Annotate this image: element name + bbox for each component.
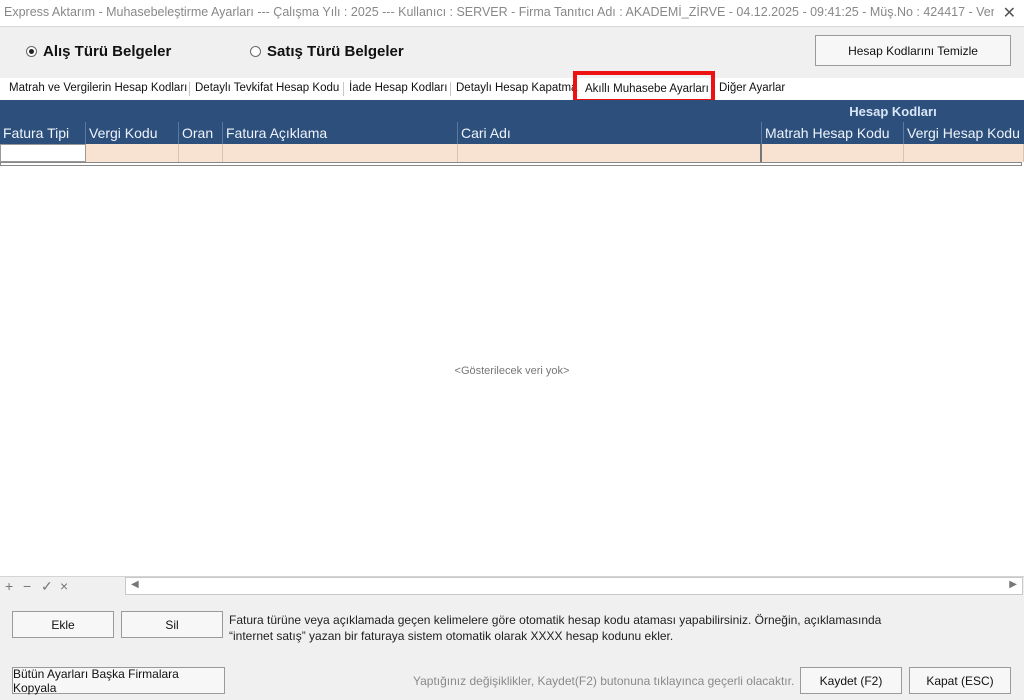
purchase-radio-option[interactable]: Alış Türü Belgeler [26,38,171,64]
window-titlebar: Express Aktarım - Muhasebeleştirme Ayarl… [0,0,1024,27]
horizontal-scrollbar[interactable]: ◀ ▶ [125,577,1023,595]
column-header-tax-code[interactable]: Vergi Kodu [86,122,179,144]
column-header-invoice-type[interactable]: Fatura Tipi [0,122,86,144]
active-tab-highlight [573,71,715,103]
window-title: Express Aktarım - Muhasebeleştirme Ayarl… [4,5,994,19]
tab-separator [343,82,344,96]
filter-cell-tax-account-code[interactable] [904,144,1024,162]
close-button[interactable]: Kapat (ESC) [909,667,1011,694]
close-icon[interactable]: ✕ [1003,3,1016,23]
radio-unchecked-icon[interactable] [250,45,261,57]
tab-separator [189,82,190,96]
filter-cell-rate[interactable] [179,144,223,162]
help-description: Fatura türüne veya açıklamada geçen keli… [229,613,882,643]
grid-filter-divider [0,162,1022,166]
purchase-radio-label: Alış Türü Belgeler [43,42,172,60]
filter-cell-invoice-type[interactable] [0,144,86,162]
rules-grid[interactable]: Hesap Kodları Fatura Tipi Vergi Kodu Ora… [0,100,1024,576]
tab-other-settings[interactable]: Diğer Ayarlar [719,82,785,94]
filter-cell-account-name[interactable] [458,144,762,162]
empty-grid-message: <Gösterilecek veri yok> [454,365,570,377]
clear-account-codes-button[interactable]: Hesap Kodlarını Temizle [815,35,1011,66]
sales-radio-option[interactable]: Satış Türü Belgeler [250,38,404,64]
column-header-tax-account-code[interactable]: Vergi Hesap Kodu [904,122,1024,144]
grid-group-header-blank [0,100,763,122]
radio-checked-icon[interactable] [26,45,37,57]
tab-separator [450,82,451,96]
add-button[interactable]: Ekle [12,611,114,638]
filter-cell-invoice-description[interactable] [223,144,458,162]
tab-account-closing[interactable]: Detaylı Hesap Kapatma [456,82,577,94]
tab-tax-base-account-codes[interactable]: Matrah ve Vergilerin Hesap Kodları [9,82,187,94]
column-header-base-account-code[interactable]: Matrah Hesap Kodu [762,122,904,144]
tab-withholding-account-code[interactable]: Detaylı Tevkifat Hesap Kodu [195,82,339,94]
check-icon[interactable]: ✓ [41,578,53,595]
column-header-rate[interactable]: Oran [179,122,223,144]
column-header-invoice-description[interactable]: Fatura Açıklama [223,122,458,144]
copy-settings-button[interactable]: Bütün Ayarları Başka Firmalara Kopyala [12,667,225,695]
minus-icon[interactable]: − [23,578,31,594]
save-hint-text: Yaptığınız değişiklikler, Kaydet(F2) but… [413,674,795,688]
account-codes-group-title: Hesap Kodları [849,103,937,119]
filter-cell-tax-code[interactable] [86,144,179,162]
scroll-right-icon[interactable]: ▶ [1009,579,1017,590]
column-header-account-name[interactable]: Cari Adı [458,122,762,144]
cancel-icon[interactable]: × [60,578,68,594]
tab-strip: Matrah ve Vergilerin Hesap Kodları Detay… [0,78,1024,101]
scroll-left-icon[interactable]: ◀ [131,579,139,590]
save-button[interactable]: Kaydet (F2) [800,667,902,694]
delete-button[interactable]: Sil [121,611,223,638]
sales-radio-label: Satış Türü Belgeler [267,42,404,60]
filter-cell-base-account-code[interactable] [762,144,904,162]
plus-icon[interactable]: + [5,578,13,594]
tab-return-account-codes[interactable]: İade Hesap Kodları [349,82,447,94]
